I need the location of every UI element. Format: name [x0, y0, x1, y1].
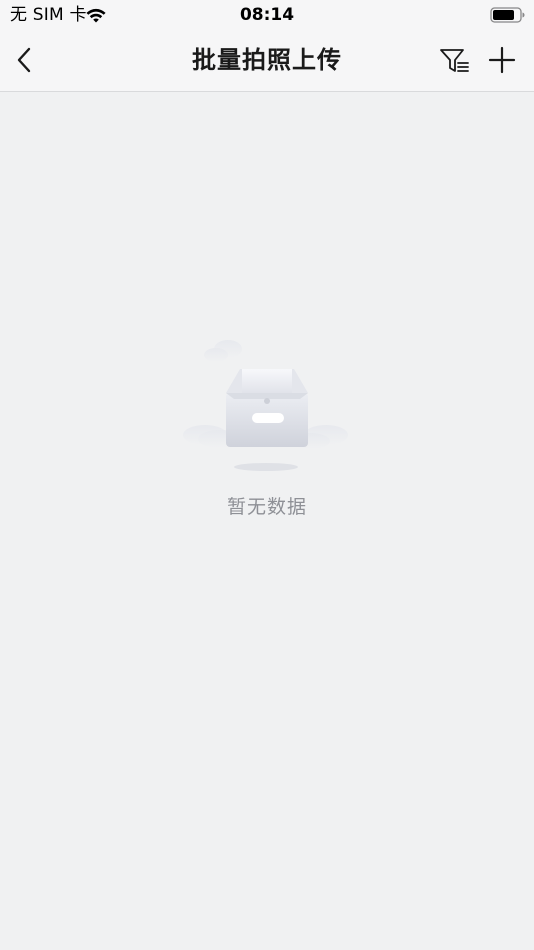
plus-icon[interactable] [486, 44, 518, 76]
empty-message: 暂无数据 [226, 496, 307, 518]
status-time: 08:14 [239, 5, 295, 25]
navigation-bar: 批量拍照上传 [0, 30, 534, 92]
status-bar: 无 SIM 卡 08:14 [0, 0, 534, 30]
app-screen: 无 SIM 卡 08:14 批量拍照上传 暂无数据 [0, 0, 534, 950]
battery-icon [490, 7, 525, 23]
empty-box-icon [183, 340, 348, 471]
empty-state: 暂无数据 [0, 335, 534, 535]
filter-icon[interactable] [438, 44, 472, 78]
